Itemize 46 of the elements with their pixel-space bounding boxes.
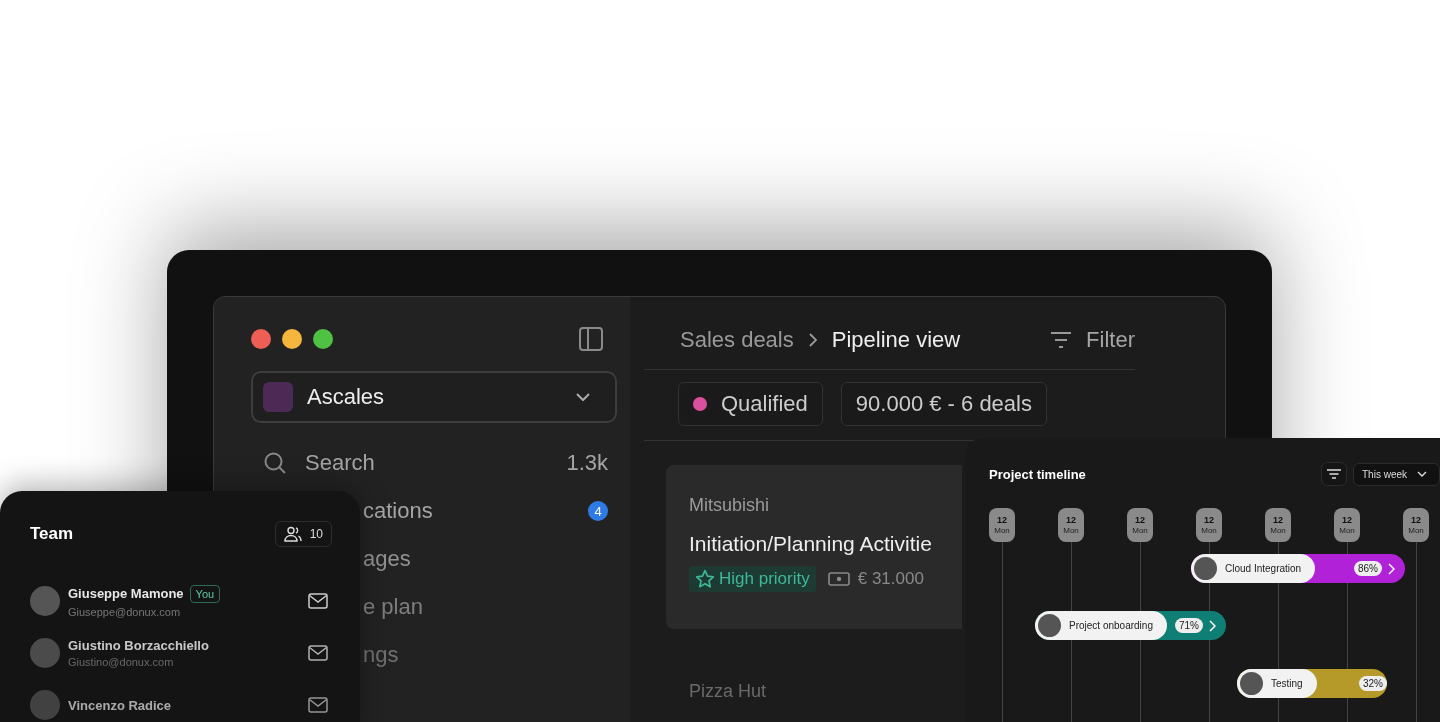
task-bar[interactable]: Cloud Integration 86% — [1191, 554, 1405, 583]
percent-badge: 32% — [1359, 676, 1387, 691]
member-name: Giustino Borzacchiello — [68, 638, 209, 653]
member-email: Giustino@donux.com — [68, 656, 175, 668]
date-pill: 12 Mon — [1196, 508, 1222, 542]
breadcrumb-link[interactable]: Sales deals — [680, 327, 794, 353]
filter-button[interactable]: Filter — [1050, 327, 1135, 353]
breadcrumb-current: Pipeline view — [831, 327, 961, 353]
date-pill: 12 Mon — [1058, 508, 1084, 542]
date-pill: 12 Mon — [1265, 508, 1291, 542]
date-pill: 12 Mon — [1403, 508, 1429, 542]
priority-tag: High priority — [689, 566, 816, 592]
task-name: Cloud Integration — [1225, 563, 1302, 574]
member-name: Giuseppe Mamone — [68, 586, 184, 601]
search-label: Search — [305, 450, 376, 476]
company-name: Pizza Hut — [688, 681, 768, 702]
task-name: Project onboarding — [1069, 620, 1153, 631]
count-badge: 4 — [588, 501, 608, 521]
search-count: 1.3k — [566, 450, 608, 476]
deal-title: Initiation/Planning Activitie — [689, 532, 933, 556]
percent-badge: 86% — [1354, 561, 1382, 576]
card-title: Project timeline — [989, 466, 1087, 482]
date-pill: 12 Mon — [1127, 508, 1153, 542]
member-name: Vincenzo Radice — [68, 697, 172, 713]
deal-amount: € 31.000 — [857, 569, 924, 589]
date-pill: 12 Mon — [1334, 508, 1360, 542]
percent-badge: 71% — [1175, 618, 1203, 633]
workspace-select[interactable]: Ascales — [251, 371, 617, 423]
deal-card[interactable]: Mitsubishi Initiation/Planning Activitie High priority € 31.000 — [666, 465, 962, 629]
stage-name: Qualified — [721, 391, 808, 417]
stage-chip[interactable]: Qualified — [678, 382, 823, 426]
range-dropdown[interactable]: This week — [1353, 462, 1440, 486]
card-title: Team — [30, 524, 74, 544]
stage-summary: 90.000 € - 6 deals — [840, 382, 1047, 426]
company-name: Mitsubishi — [689, 495, 771, 516]
member-email: Giuseppe@donux.com — [68, 605, 182, 618]
date-pill: 12 Mon — [989, 508, 1015, 542]
you-badge: You — [189, 584, 221, 603]
nav-item[interactable]: cations 4 — [363, 487, 618, 535]
task-bar[interactable]: Testing 32% — [1237, 669, 1387, 698]
nav-item[interactable]: ages — [363, 535, 618, 583]
member-count[interactable]: 10 — [274, 521, 332, 547]
task-name: Testing — [1271, 678, 1303, 689]
task-bar[interactable]: Project onboarding 71% — [1035, 611, 1226, 640]
nav-item[interactable]: e plan — [363, 583, 618, 631]
search-item[interactable]: Search 1.3k — [251, 439, 618, 487]
